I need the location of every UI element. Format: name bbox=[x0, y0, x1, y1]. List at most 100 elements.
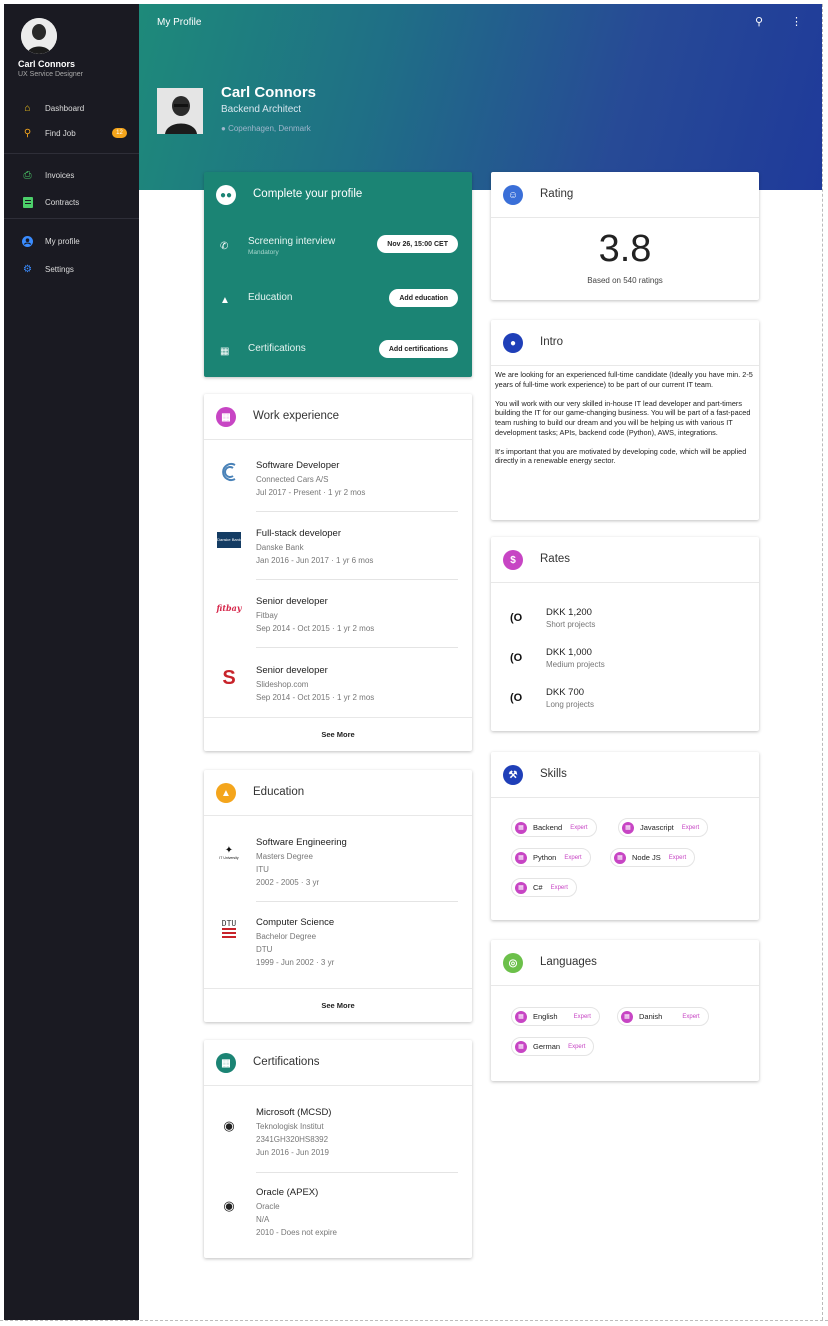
skill-name: Node JS bbox=[632, 853, 661, 862]
company-name: Danske Bank bbox=[256, 543, 304, 552]
skill-level: Expert bbox=[550, 884, 568, 891]
certifications-row: ▦ Certifications Add certifications bbox=[204, 337, 472, 367]
add-certifications-button[interactable]: Add certifications bbox=[378, 340, 458, 358]
education-row: ▲ Education Add education bbox=[204, 286, 472, 316]
skill-chip-csharp[interactable]: ▦ C# Expert bbox=[511, 878, 577, 897]
sidebar-user-role: UX Service Designer bbox=[18, 71, 83, 78]
skills-card: ⚒ Skills ▦ Backend Expert ▦ Javascript E… bbox=[491, 752, 759, 920]
language-level: Expert bbox=[682, 1013, 700, 1020]
sidebar-item-my-profile[interactable]: My profile bbox=[4, 231, 139, 251]
language-chip-danish[interactable]: ▦ Danish Expert bbox=[617, 1007, 709, 1026]
profile-location-text: Copenhagen, Denmark bbox=[228, 124, 311, 133]
rate-row: (O DKK 1,200 Short projects bbox=[491, 604, 759, 634]
certification-id: 2341GH320HS8392 bbox=[256, 1135, 329, 1144]
profile-location: ● Copenhagen, Denmark bbox=[221, 124, 311, 133]
sidebar-item-dashboard[interactable]: ⌂ Dashboard bbox=[4, 98, 139, 118]
education-title: Computer Science bbox=[256, 917, 335, 928]
work-icon: ▦ bbox=[216, 407, 236, 427]
company-name: Fitbay bbox=[256, 611, 278, 620]
skill-chip-node-js[interactable]: ▦ Node JS Expert bbox=[610, 848, 696, 867]
certification-issuer: Teknologisk Institut bbox=[256, 1122, 324, 1131]
language-chip-german[interactable]: ▦ German Expert bbox=[511, 1037, 595, 1056]
find-job-count-badge: 12 bbox=[112, 128, 127, 138]
intro-text: We are looking for an experienced full-t… bbox=[495, 370, 755, 476]
avatar[interactable] bbox=[21, 18, 57, 54]
danske-bank-logo-text: Danske Bank bbox=[217, 532, 241, 548]
card-title: Rates bbox=[540, 553, 571, 565]
sidebar-item-find-job[interactable]: ⚲ Find Job 12 bbox=[4, 123, 139, 143]
interview-date-button[interactable]: Nov 26, 15:00 CET bbox=[377, 235, 458, 253]
see-more-work-button[interactable]: See More bbox=[204, 717, 472, 751]
rate-label: Short projects bbox=[546, 620, 596, 629]
search-icon[interactable]: ⚲ bbox=[755, 15, 763, 28]
rate-row: (O DKK 1,000 Medium projects bbox=[491, 644, 759, 674]
graduation-cap-icon: ▲ bbox=[216, 783, 236, 803]
bottom-margin bbox=[0, 1320, 828, 1326]
certification-id: N/A bbox=[256, 1215, 270, 1224]
language-level: Expert bbox=[573, 1013, 591, 1020]
skill-level: Expert bbox=[668, 854, 687, 861]
job-period: Sep 2014 - Oct 2015 · 1 yr 2 mos bbox=[256, 693, 375, 702]
skill-level: Expert bbox=[570, 824, 588, 831]
rating-count: Based on 540 ratings bbox=[587, 276, 663, 285]
card-title: Certifications bbox=[253, 1056, 320, 1068]
language-chip-english[interactable]: ▦ English Expert bbox=[511, 1007, 600, 1026]
more-vert-icon[interactable]: ⋮ bbox=[791, 15, 802, 28]
dtu-logo-text: DTU bbox=[221, 918, 237, 928]
language-icon: ▦ bbox=[621, 1010, 633, 1023]
card-header: $ Rates bbox=[491, 537, 759, 583]
rate-amount: DKK 700 bbox=[546, 687, 585, 698]
sidebar-item-settings[interactable]: ⚙ Settings bbox=[4, 259, 139, 279]
divider bbox=[256, 1172, 458, 1173]
card-header: ⚒ Skills bbox=[491, 752, 759, 798]
slideshop-logo: S bbox=[222, 666, 236, 689]
profile-photo bbox=[157, 88, 203, 134]
row-label: Screening interview bbox=[248, 236, 336, 247]
see-more-education-button[interactable]: See More bbox=[204, 988, 472, 1022]
intro-paragraph: We are looking for an experienced full-t… bbox=[495, 370, 753, 389]
connected-cars-logo bbox=[217, 460, 241, 484]
add-education-button[interactable]: Add education bbox=[389, 289, 458, 307]
certificate-icon: ▦ bbox=[216, 1053, 236, 1073]
sidebar-item-label: Contracts bbox=[45, 197, 80, 207]
coin-icon: (O bbox=[510, 652, 523, 664]
rate-label: Long projects bbox=[546, 700, 595, 709]
phone-icon: ✆ bbox=[220, 241, 229, 252]
company-name: Connected Cars A/S bbox=[256, 475, 329, 484]
card-title: Intro bbox=[540, 336, 564, 348]
complete-profile-card: ●● Complete your profile ✆ Screening int… bbox=[204, 172, 472, 377]
language-icon: ▦ bbox=[515, 1010, 527, 1023]
intro-paragraph: It's important that you are motivated by… bbox=[495, 446, 747, 466]
sidebar-item-label: Invoices bbox=[45, 170, 75, 180]
certifications-card: ▦ Certifications ◉ Microsoft (MCSD) Tekn… bbox=[204, 1040, 472, 1258]
sidebar-item-label: My profile bbox=[45, 236, 80, 246]
language-name: Danish bbox=[639, 1012, 663, 1021]
sidebar-item-contracts[interactable]: Contracts bbox=[4, 192, 139, 212]
coin-icon: (O bbox=[510, 692, 523, 704]
skill-chip-backend[interactable]: ▦ Backend Expert bbox=[511, 818, 597, 837]
skill-chip-python[interactable]: ▦ Python Expert bbox=[511, 848, 591, 867]
row-label: Certifications bbox=[248, 343, 306, 354]
document-icon bbox=[21, 196, 34, 209]
award-icon: ◉ bbox=[223, 1198, 235, 1213]
page-title: My Profile bbox=[157, 17, 202, 28]
card-title: Rating bbox=[540, 188, 574, 200]
job-title: Software Developer bbox=[256, 460, 340, 471]
education-degree: Masters Degree bbox=[256, 852, 313, 861]
right-margin bbox=[822, 4, 828, 1320]
skill-chip-javascript[interactable]: ▦ Javascript Expert bbox=[618, 818, 709, 837]
screening-interview-row: ✆ Screening interview Mandatory Nov 26, … bbox=[204, 232, 472, 262]
sidebar-item-label: Find Job bbox=[45, 128, 76, 138]
danske-bank-logo: Danske Bank bbox=[217, 528, 241, 552]
card-header: ▲ Education bbox=[204, 770, 472, 816]
card-header: ◎ Languages bbox=[491, 940, 759, 986]
job-period: Jan 2016 - Jun 2017 · 1 yr 6 mos bbox=[256, 556, 374, 565]
education-title: Software Engineering bbox=[256, 837, 347, 848]
language-name: German bbox=[533, 1042, 561, 1051]
award-icon: ◉ bbox=[223, 1118, 235, 1133]
rating-value: 3.8 bbox=[598, 228, 652, 270]
rate-amount: DKK 1,200 bbox=[546, 607, 592, 618]
certificate-icon: ▦ bbox=[220, 346, 230, 357]
voice-icon: ● bbox=[503, 333, 523, 353]
sidebar-item-invoices[interactable]: ⎙ Invoices bbox=[4, 165, 139, 185]
